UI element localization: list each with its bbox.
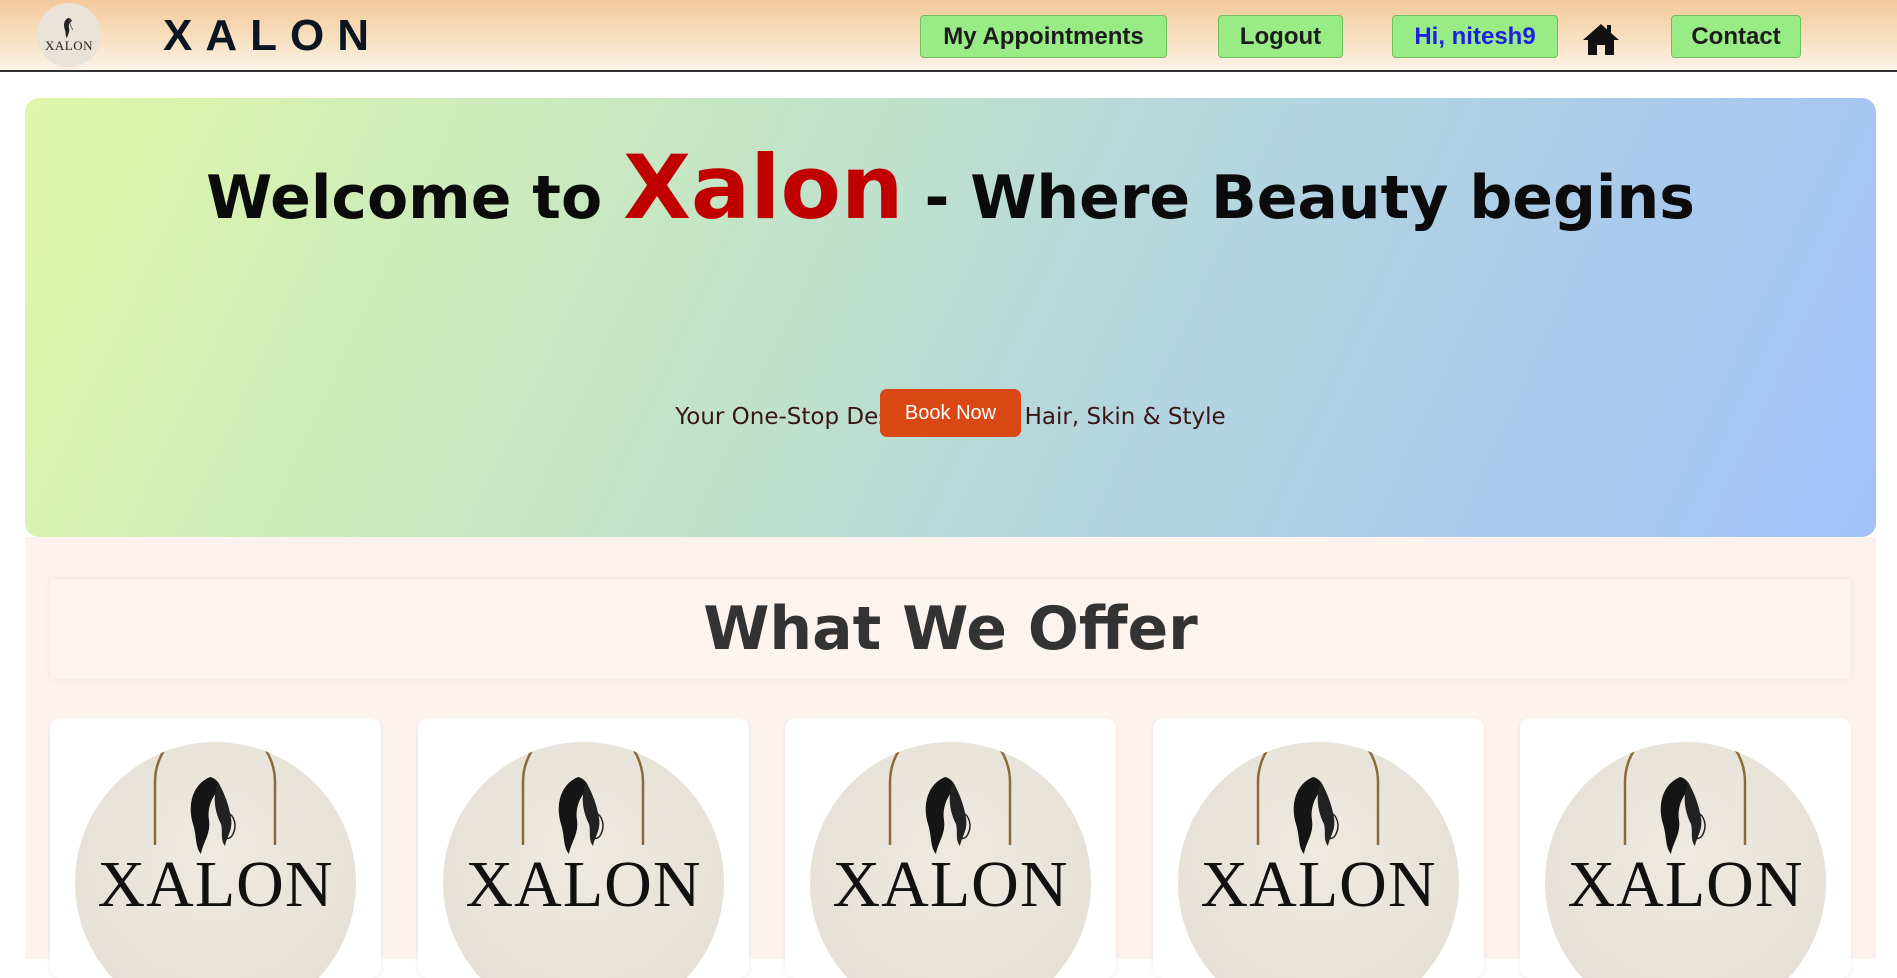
nav-logo-text: XALON [45,38,93,53]
brand-name[interactable]: XALON [163,10,382,62]
woman-silhouette-icon [64,18,74,38]
service-card-logo-text: XALON [465,848,702,921]
service-card[interactable]: XALON [50,718,381,978]
logout-button[interactable]: Logout [1218,15,1343,58]
service-card[interactable]: XALON [785,718,1116,978]
contact-button[interactable]: Contact [1671,15,1801,58]
service-card-image: XALON [75,742,356,978]
navbar: XALON XALON My Appointments Logout Hi, n… [0,0,1897,72]
services-heading: What We Offer [703,594,1198,664]
offer-heading-box: What We Offer [50,579,1851,679]
service-card-logo-text: XALON [97,848,334,921]
service-card[interactable]: XALON [418,718,749,978]
nav-logo[interactable]: XALON [37,3,101,67]
service-card-image: XALON [443,742,724,978]
user-greeting-button[interactable]: Hi, nitesh9 [1392,15,1558,58]
hero-banner: Welcome to Xalon - Where Beauty begins Y… [25,98,1876,537]
book-now-button[interactable]: Book Now [880,389,1021,437]
services-section: What We Offer XALON XALON XALON XALON XA… [25,537,1876,978]
my-appointments-button[interactable]: My Appointments [920,15,1167,58]
hero-title-brand: Xalon [623,136,904,239]
service-card-image: XALON [810,742,1091,978]
service-card-image: XALON [1178,742,1459,978]
service-card-logo-text: XALON [1200,848,1437,921]
hero-title-suffix: - Where Beauty begins [903,163,1695,233]
service-card[interactable]: XALON [1520,718,1851,978]
hero-title: Welcome to Xalon - Where Beauty begins [25,128,1876,258]
service-card-image: XALON [1545,742,1826,978]
home-icon[interactable] [1582,22,1620,56]
service-card[interactable]: XALON [1153,718,1484,978]
service-card-logo-text: XALON [832,848,1069,921]
service-card-logo-text: XALON [1567,848,1804,921]
hero-title-prefix: Welcome to [206,163,624,233]
